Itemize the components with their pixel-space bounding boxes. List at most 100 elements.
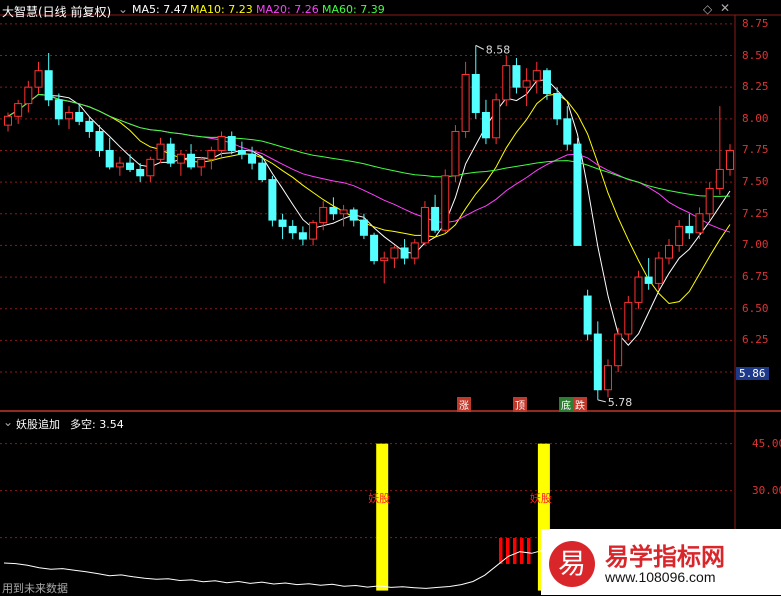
close-icon[interactable]: ✕ [720,1,730,15]
candle-body[interactable] [431,206,440,231]
candle-body[interactable] [54,99,63,120]
candle-body[interactable] [471,74,480,113]
indicator-chevron-icon[interactable]: ⌄ [3,415,13,429]
candle-body[interactable] [563,118,572,145]
settings-chevron-icon[interactable]: ⌄ [118,2,128,16]
candle-body[interactable] [14,103,23,117]
ma10-line [7,93,731,305]
candle-body[interactable] [542,70,551,94]
low-price-label: 5.78 [608,396,633,409]
candle-body[interactable] [187,153,196,168]
candle-body[interactable] [95,130,104,151]
indicator-title: 妖股追加 [16,418,60,431]
candle-body[interactable] [461,74,470,132]
candle-body[interactable] [400,247,409,259]
candle-body[interactable] [624,301,633,335]
candle-body[interactable] [105,149,114,168]
candle-body[interactable] [695,213,704,234]
candle-body[interactable] [85,120,94,132]
price-tick-label: 8.25 [742,80,769,94]
price-tick-label: 6.75 [742,270,769,284]
candle-body[interactable] [685,225,694,234]
candle-body[interactable] [349,209,358,221]
red-stripe [513,538,517,564]
candle-body[interactable] [502,65,511,101]
candle-body[interactable] [237,149,246,155]
candle-body[interactable] [726,149,734,170]
price-tick-label: 7.50 [742,175,769,189]
candle-body[interactable] [248,153,257,164]
candle-body[interactable] [451,130,460,177]
candle-body[interactable] [166,143,175,164]
candle-body[interactable] [65,111,74,120]
watermark-title: 易学指标网 [605,543,725,571]
candle-body[interactable] [278,219,287,227]
signal-marker: 底 [559,397,573,412]
candle-body[interactable] [319,206,328,224]
candle-body[interactable] [481,111,490,139]
candle-body[interactable] [268,179,277,221]
indicator-value: 多空: 3.54 [70,418,124,431]
candle-body[interactable] [156,143,165,160]
candle-body[interactable] [207,149,216,160]
candle-body[interactable] [532,70,541,82]
candle-body[interactable] [410,242,419,259]
candle-body[interactable] [522,80,531,88]
candle-body[interactable] [370,234,379,262]
candle-body[interactable] [573,143,582,246]
candle-body[interactable] [34,70,43,88]
candle-body[interactable] [115,162,124,168]
candle-body[interactable] [675,225,684,246]
candle-body[interactable] [614,333,623,367]
signal-marker: 涨 [457,397,471,412]
candle-body[interactable] [146,158,155,177]
candle-body[interactable] [197,158,206,168]
candle-body[interactable] [217,136,226,151]
red-stripe [520,538,524,564]
candle-body[interactable] [136,168,145,177]
ma10-label: MA10: 7.23 [190,3,253,16]
ma20-label: MA20: 7.26 [256,3,319,16]
candle-body[interactable] [339,209,348,215]
red-stripe [499,538,503,564]
candle-body[interactable] [390,247,399,259]
candle-body[interactable] [420,206,429,244]
candle-body[interactable] [441,175,450,231]
current-price-tag: 5.86 [736,367,769,380]
candle-body[interactable] [309,222,318,240]
candle-body[interactable] [644,276,653,284]
future-data-note: 用到未来数据 [2,582,68,595]
candle-body[interactable] [288,225,297,234]
candle-body[interactable] [634,276,643,303]
moving-average-lines [7,79,731,346]
candle-body[interactable] [715,168,724,189]
candle-body[interactable] [258,162,267,181]
watermark-url: www.108096.com [605,569,716,585]
candle-body[interactable] [583,295,592,335]
candle-body[interactable] [75,111,84,122]
candle-body[interactable] [664,244,673,259]
candle-body[interactable] [603,365,612,391]
signal-bar-label: 妖股 [368,492,391,505]
candle-body[interactable] [24,86,33,105]
candle-body[interactable] [380,257,389,262]
candle-body[interactable] [593,333,602,391]
diamond-icon[interactable]: ◇ [703,2,712,16]
candle-body[interactable] [705,187,714,215]
candle-body[interactable] [126,162,135,170]
candle-body[interactable] [329,206,338,215]
red-stripe [506,538,510,564]
candle-body[interactable] [512,65,521,88]
price-tick-label: 7.75 [742,143,769,157]
ma60-line [7,93,731,197]
candle-body[interactable] [492,99,501,139]
candle-body[interactable] [176,153,185,164]
candle-body[interactable] [359,219,368,236]
candle-body[interactable] [298,232,307,240]
candle-body[interactable] [4,115,12,126]
candle-body[interactable] [553,92,562,120]
candle-body[interactable] [44,70,53,101]
candle-body[interactable] [654,257,663,284]
candle-body[interactable] [227,136,236,151]
signal-marker: 跌 [573,397,587,412]
